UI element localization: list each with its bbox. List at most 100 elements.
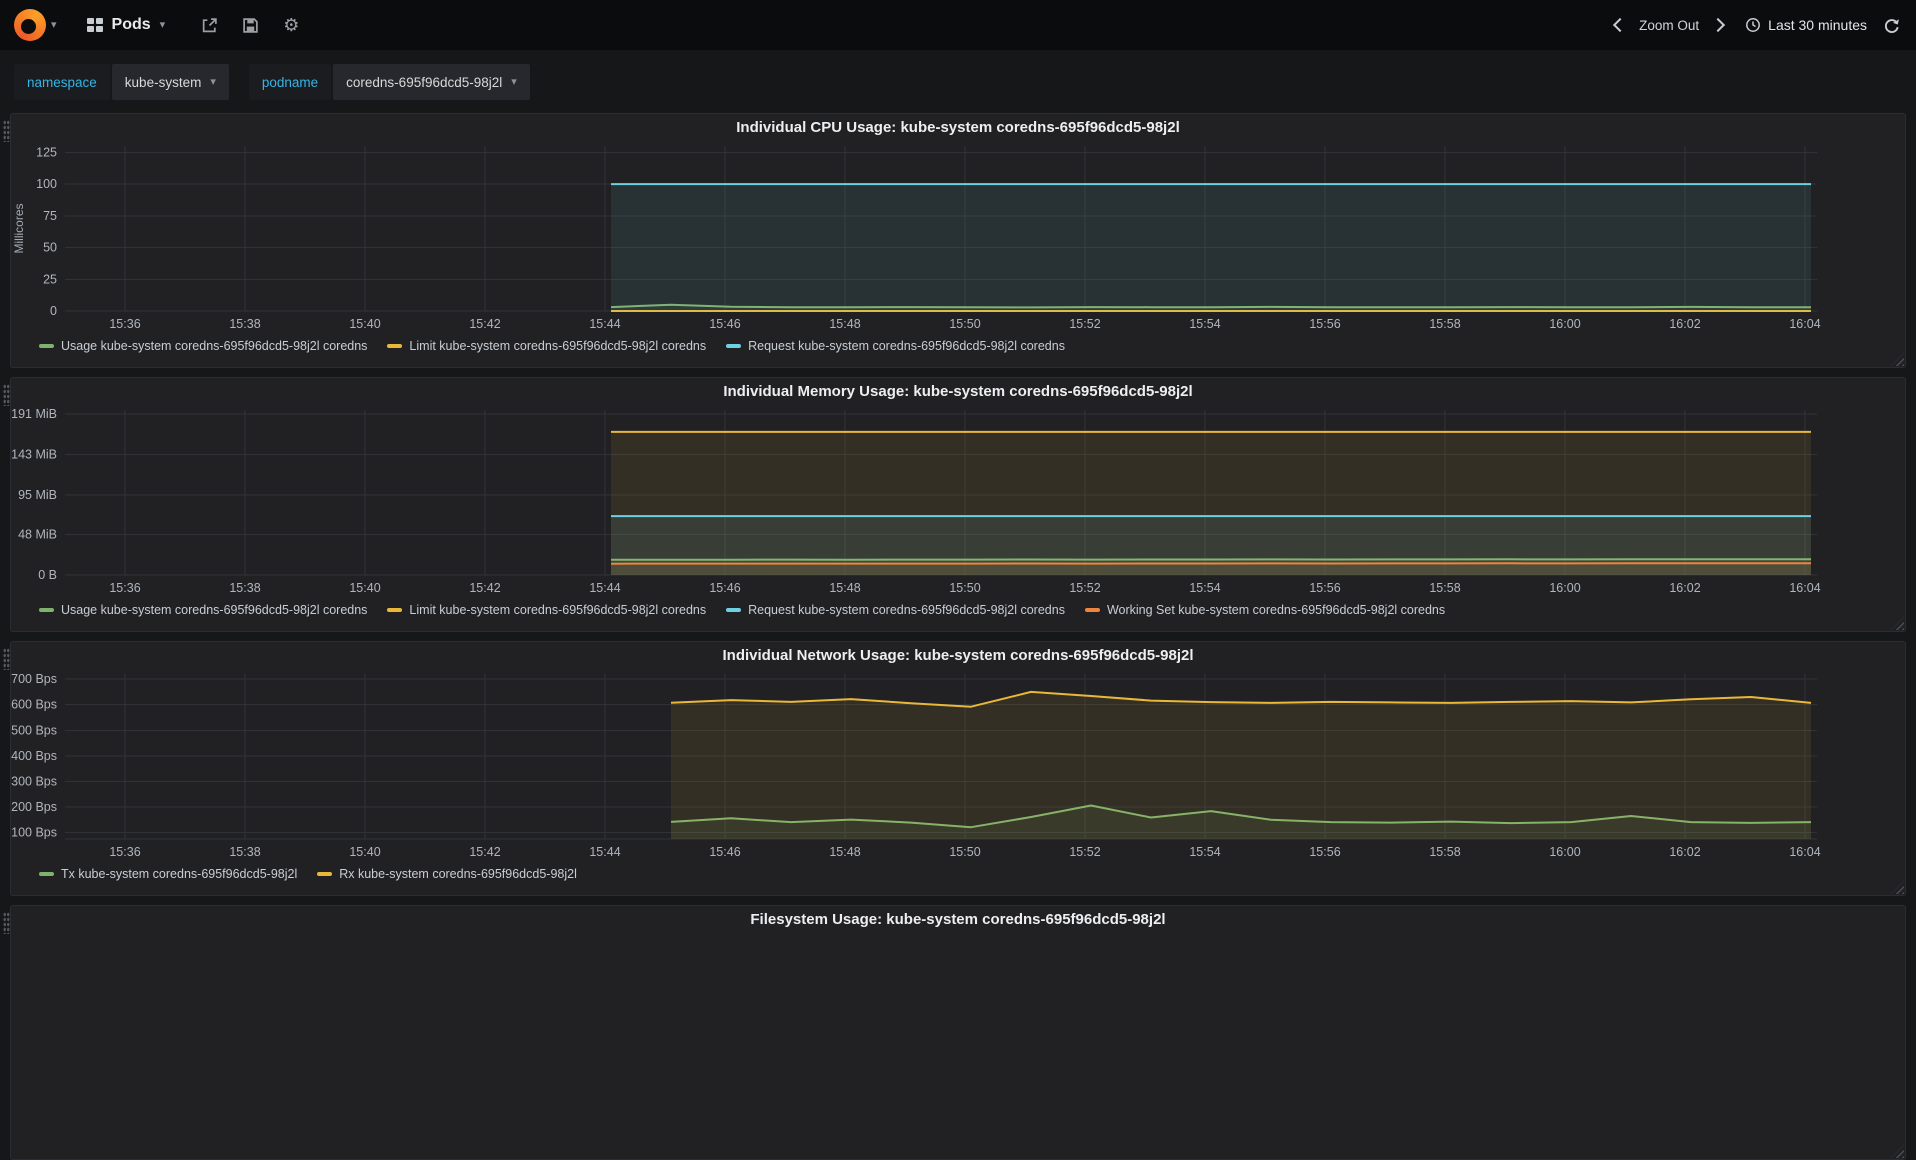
- svg-text:16:04: 16:04: [1789, 581, 1820, 595]
- panel-memory-usage: Individual Memory Usage: kube-system cor…: [3, 377, 1906, 632]
- grafana-logo[interactable]: ▾: [14, 9, 57, 41]
- svg-text:15:52: 15:52: [1069, 845, 1100, 859]
- navbar: ▾ Pods ▾ ⚙ Zoom Out Last 30 minutes: [0, 0, 1916, 50]
- legend-series-name: Limit kube-system coredns-695f96dcd5-98j…: [409, 603, 707, 617]
- zoom-out-button[interactable]: Zoom Out: [1639, 18, 1699, 33]
- svg-text:15:40: 15:40: [349, 845, 380, 859]
- legend: [11, 1126, 1905, 1150]
- panel-title[interactable]: Individual Memory Usage: kube-system cor…: [11, 378, 1905, 406]
- row-drag-handle[interactable]: [3, 648, 10, 670]
- chevron-down-icon: ▾: [159, 18, 166, 31]
- svg-text:15:40: 15:40: [349, 581, 380, 595]
- svg-text:16:02: 16:02: [1669, 317, 1700, 331]
- panel-title[interactable]: Individual Network Usage: kube-system co…: [11, 642, 1905, 670]
- chevron-down-icon: ▾: [511, 75, 517, 88]
- legend-series-name: Rx kube-system coredns-695f96dcd5-98j2l: [339, 867, 577, 881]
- series-fill: [611, 184, 1811, 311]
- legend-series-color-icon: [387, 344, 403, 348]
- legend-series-name: Request kube-system coredns-695f96dcd5-9…: [748, 339, 1065, 353]
- legend: Tx kube-system coredns-695f96dcd5-98j2l R…: [11, 862, 1905, 886]
- svg-text:Millicores: Millicores: [12, 203, 26, 253]
- svg-text:15:44: 15:44: [589, 845, 620, 859]
- legend-series-name: Usage kube-system coredns-695f96dcd5-98j…: [61, 603, 368, 617]
- legend-item[interactable]: Limit kube-system coredns-695f96dcd5-98j…: [387, 339, 706, 353]
- chart-canvas[interactable]: 15:36 15:38 15:40 15:42 15:44 15:46 15:48 15:50…: [11, 670, 1905, 862]
- legend-item[interactable]: Request kube-system coredns-695f96dcd5-9…: [726, 339, 1065, 353]
- filesystem-usage-chart[interactable]: [11, 934, 1905, 1126]
- svg-text:15:38: 15:38: [229, 845, 260, 859]
- svg-text:15:38: 15:38: [229, 581, 260, 595]
- legend: Usage kube-system coredns-695f96dcd5-98j…: [11, 598, 1905, 622]
- share-button[interactable]: [199, 15, 220, 36]
- legend-item[interactable]: Limit kube-system coredns-695f96dcd5-98j…: [387, 603, 706, 617]
- svg-text:15:52: 15:52: [1069, 581, 1100, 595]
- legend-item[interactable]: Request kube-system coredns-695f96dcd5-9…: [726, 603, 1065, 617]
- svg-text:15:42: 15:42: [469, 317, 500, 331]
- svg-text:191 MiB: 191 MiB: [11, 407, 57, 421]
- svg-text:15:50: 15:50: [949, 317, 980, 331]
- panel-filesystem-usage: Filesystem Usage: kube-system coredns-69…: [3, 905, 1906, 1160]
- svg-text:15:52: 15:52: [1069, 317, 1100, 331]
- legend-series-color-icon: [39, 344, 54, 348]
- panel-title[interactable]: Individual CPU Usage: kube-system coredn…: [11, 114, 1905, 142]
- row-drag-handle[interactable]: [3, 912, 10, 934]
- refresh-icon: [1884, 18, 1899, 33]
- svg-text:15:54: 15:54: [1189, 317, 1220, 331]
- svg-text:15:48: 15:48: [829, 581, 860, 595]
- svg-text:15:50: 15:50: [949, 845, 980, 859]
- time-range-picker[interactable]: Last 30 minutes: [1745, 17, 1867, 33]
- variable-value: coredns-695f96dcd5-98j2l: [346, 74, 503, 90]
- svg-text:15:42: 15:42: [469, 581, 500, 595]
- row-drag-handle[interactable]: [3, 120, 10, 142]
- namespace-dropdown[interactable]: kube-system ▾: [111, 64, 229, 100]
- panel-title[interactable]: Filesystem Usage: kube-system coredns-69…: [11, 906, 1905, 934]
- svg-text:16:02: 16:02: [1669, 845, 1700, 859]
- chart-canvas[interactable]: 15:36 15:38 15:40 15:42 15:44 15:46 15:48 15:50…: [11, 406, 1905, 598]
- svg-text:25: 25: [43, 272, 57, 286]
- legend-item[interactable]: Tx kube-system coredns-695f96dcd5-98j2l: [39, 867, 297, 881]
- svg-text:15:48: 15:48: [829, 317, 860, 331]
- variable-value: kube-system: [124, 74, 202, 90]
- time-shift-back-chevron-icon[interactable]: [1613, 17, 1628, 33]
- svg-text:15:38: 15:38: [229, 317, 260, 331]
- svg-text:48 MiB: 48 MiB: [18, 528, 57, 542]
- chart-canvas[interactable]: 15:36 15:38 15:40 15:42 15:44 15:46 15:48 15:50…: [11, 142, 1905, 334]
- row-drag-handle[interactable]: [3, 384, 10, 406]
- legend-item[interactable]: Usage kube-system coredns-695f96dcd5-98j…: [39, 603, 367, 617]
- svg-text:15:46: 15:46: [709, 581, 740, 595]
- time-shift-forward-chevron-icon[interactable]: [1711, 17, 1726, 33]
- svg-text:15:42: 15:42: [469, 845, 500, 859]
- svg-text:15:56: 15:56: [1309, 845, 1340, 859]
- memory-usage-chart[interactable]: 15:36 15:38 15:40 15:42 15:44 15:46 15:48 15:50…: [11, 406, 1905, 598]
- legend-series-name: Request kube-system coredns-695f96dcd5-9…: [748, 603, 1065, 617]
- svg-text:16:00: 16:00: [1549, 845, 1580, 859]
- cpu-usage-chart[interactable]: 15:36 15:38 15:40 15:42 15:44 15:46 15:48 15:50…: [11, 142, 1905, 334]
- legend-series-color-icon: [387, 608, 403, 612]
- refresh-button[interactable]: [1881, 15, 1902, 36]
- podname-dropdown[interactable]: coredns-695f96dcd5-98j2l ▾: [333, 64, 530, 100]
- save-button[interactable]: [240, 15, 261, 36]
- panel-network-usage: Individual Network Usage: kube-system co…: [3, 641, 1906, 896]
- svg-text:600 Bps: 600 Bps: [11, 698, 57, 712]
- network-usage-chart[interactable]: 15:36 15:38 15:40 15:42 15:44 15:46 15:48 15:50…: [11, 670, 1905, 862]
- share-icon: [202, 17, 217, 32]
- svg-text:125: 125: [36, 145, 57, 159]
- svg-text:0 B: 0 B: [38, 568, 57, 582]
- legend-series-name: Usage kube-system coredns-695f96dcd5-98j…: [61, 339, 368, 353]
- svg-text:15:46: 15:46: [709, 845, 740, 859]
- legend-series-color-icon: [39, 608, 54, 612]
- svg-text:15:46: 15:46: [709, 317, 740, 331]
- settings-button[interactable]: ⚙: [281, 14, 301, 36]
- legend-item[interactable]: Working Set kube-system coredns-695f96dc…: [1084, 603, 1445, 617]
- grafana-logo-icon: [14, 9, 46, 41]
- variable-label: podname: [248, 64, 332, 100]
- svg-text:15:58: 15:58: [1429, 845, 1460, 859]
- svg-text:15:56: 15:56: [1309, 581, 1340, 595]
- legend-item[interactable]: Usage kube-system coredns-695f96dcd5-98j…: [39, 339, 367, 353]
- svg-text:0: 0: [50, 304, 57, 318]
- dashboard-picker[interactable]: Pods ▾: [79, 10, 174, 40]
- time-controls: Zoom Out Last 30 minutes: [1613, 15, 1902, 36]
- time-range-label: Last 30 minutes: [1768, 17, 1867, 33]
- svg-text:15:40: 15:40: [349, 317, 380, 331]
- legend-item[interactable]: Rx kube-system coredns-695f96dcd5-98j2l: [317, 867, 577, 881]
